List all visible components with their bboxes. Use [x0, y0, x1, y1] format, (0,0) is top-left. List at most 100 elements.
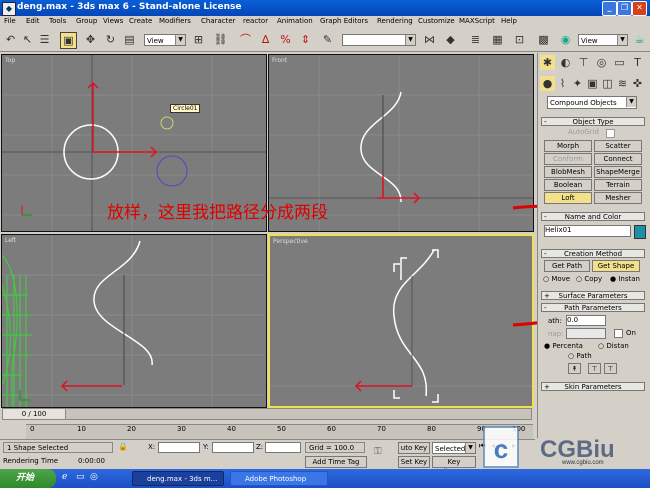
named-selection-icon[interactable]: ✎	[320, 32, 335, 47]
lights-icon[interactable]: ✦	[570, 76, 585, 91]
task-3dsmax[interactable]: deng.max - 3ds m...	[132, 471, 224, 486]
helix-shape-perspective[interactable]	[393, 249, 435, 397]
add-time-tag-button[interactable]: Add Time Tag	[305, 456, 367, 468]
auto-key-button[interactable]: uto Key	[398, 442, 430, 454]
helix-shape-left[interactable]	[93, 240, 153, 366]
rollout-skin-parameters[interactable]: + Skin Parameters	[541, 382, 645, 391]
quick-launch-ie-icon[interactable]: ℯ	[62, 472, 67, 482]
scale-icon[interactable]: ▤	[122, 32, 137, 47]
object-color-swatch[interactable]	[634, 225, 646, 239]
menu-reactor[interactable]: reactor	[243, 17, 268, 25]
quick-launch-app-icon[interactable]: ◎	[90, 472, 98, 482]
rollout-object-type[interactable]: - Object Type	[541, 117, 645, 126]
menu-graph-editors[interactable]: Graph Editors	[320, 17, 368, 25]
systems-icon[interactable]: ✜	[630, 76, 645, 91]
menu-animation[interactable]: Animation	[277, 17, 313, 25]
rollout-surface-parameters[interactable]: + Surface Parameters	[541, 291, 645, 300]
task-photoshop[interactable]: Adobe Photoshop	[230, 471, 328, 486]
select-region-icon[interactable]: ▣	[60, 32, 77, 49]
autogrid-checkbox[interactable]	[606, 129, 615, 138]
prev-shape-icon[interactable]: ⊤	[588, 363, 601, 374]
object-name-field[interactable]: Helix01	[544, 225, 631, 237]
snap-icon[interactable]: ⌒	[238, 32, 253, 47]
restore-button[interactable]: ❐	[617, 1, 632, 16]
shapes-icon[interactable]: ⌇	[555, 76, 570, 91]
angle-snap-icon[interactable]: ∆	[258, 32, 273, 47]
menu-character[interactable]: Character	[201, 17, 236, 25]
terrain-button[interactable]: Terrain	[594, 179, 642, 191]
lock-selection-icon[interactable]: 🔒	[118, 442, 128, 451]
boolean-button[interactable]: Boolean	[544, 179, 592, 191]
category-select[interactable]: Compound Objects ▼	[547, 96, 637, 109]
snap-on-checkbox[interactable]	[614, 329, 623, 338]
path-value-field[interactable]: 0.0	[566, 315, 606, 326]
pick-shape-icon[interactable]: ↟	[568, 363, 581, 374]
pivot-icon[interactable]: ⊞	[191, 32, 206, 47]
menu-create[interactable]: Create	[129, 17, 152, 25]
display-tab-icon[interactable]: ▭	[612, 55, 627, 70]
percent-snap-icon[interactable]: %	[278, 32, 293, 47]
menu-help[interactable]: Help	[501, 17, 517, 25]
spacewarps-icon[interactable]: ≋	[615, 76, 630, 91]
loft-button[interactable]: Loft	[544, 192, 592, 204]
material-editor-icon[interactable]: ▩	[536, 32, 551, 47]
menu-rendering[interactable]: Rendering	[377, 17, 413, 25]
geometry-icon[interactable]: ●	[540, 76, 555, 91]
key-icon[interactable]: ⚿	[374, 446, 382, 457]
helix-shape[interactable]	[360, 91, 402, 203]
viewport-perspective[interactable]: Perspective	[268, 234, 534, 408]
hierarchy-tab-icon[interactable]: ⊤	[576, 55, 591, 70]
get-shape-button[interactable]: Get Shape	[592, 260, 640, 272]
select-object-icon[interactable]: ↖	[20, 32, 35, 47]
motion-tab-icon[interactable]: ◎	[594, 55, 609, 70]
time-slider-track[interactable]: 0 / 100	[2, 408, 532, 420]
menu-file[interactable]: File	[4, 17, 16, 25]
cameras-icon[interactable]: ▣	[585, 76, 600, 91]
z-coordinate-field[interactable]	[265, 442, 301, 453]
quick-launch-desktop-icon[interactable]: ▭	[76, 472, 85, 482]
select-by-name-icon[interactable]: ☰	[37, 32, 52, 47]
named-selection-select[interactable]: ▼	[342, 34, 416, 46]
get-path-button[interactable]: Get Path	[544, 260, 590, 272]
link-icon[interactable]: ⛓	[213, 32, 228, 47]
mirror-icon[interactable]: ⋈	[422, 32, 437, 47]
menu-views[interactable]: Views	[103, 17, 123, 25]
shapemerge-button[interactable]: ShapeMerge	[594, 166, 642, 178]
blue-circle-shape[interactable]	[156, 155, 188, 187]
minimize-button[interactable]: _	[602, 1, 617, 16]
rollout-path-parameters[interactable]: - Path Parameters	[541, 303, 645, 312]
conform-button[interactable]: Conform	[544, 153, 592, 165]
snap-value-field[interactable]	[566, 328, 606, 339]
undo-icon[interactable]: ↶	[3, 32, 18, 47]
viewport-left[interactable]: Left	[1, 234, 267, 408]
menu-modifiers[interactable]: Modifiers	[159, 17, 191, 25]
lofted-mesh[interactable]	[2, 254, 32, 408]
menu-group[interactable]: Group	[76, 17, 97, 25]
mesher-button[interactable]: Mesher	[594, 192, 642, 204]
modify-tab-icon[interactable]: ◐	[558, 55, 573, 70]
radio-percentage[interactable]: ● Percenta	[544, 342, 583, 350]
radio-instance[interactable]: ● Instan	[610, 275, 640, 283]
menu-customize[interactable]: Customize	[418, 17, 455, 25]
radio-copy[interactable]: ○ Copy	[576, 275, 602, 283]
menu-maxscript[interactable]: MAXScript	[459, 17, 495, 25]
scatter-button[interactable]: Scatter	[594, 140, 642, 152]
set-key-button[interactable]: Set Key	[398, 456, 430, 468]
radio-path-steps[interactable]: ○ Path	[568, 352, 592, 360]
close-button[interactable]: ✕	[632, 1, 647, 16]
start-button[interactable]: 开始	[0, 469, 56, 488]
rollout-creation-method[interactable]: - Creation Method	[541, 249, 645, 258]
connect-button[interactable]: Connect	[594, 153, 642, 165]
menu-tools[interactable]: Tools	[49, 17, 66, 25]
render-type-select[interactable]: View ▼	[578, 34, 628, 46]
time-slider-thumb[interactable]: 0 / 100	[3, 409, 66, 419]
morph-button[interactable]: Morph	[544, 140, 592, 152]
quick-render-icon[interactable]: ☕	[632, 32, 647, 47]
x-coordinate-field[interactable]	[158, 442, 200, 453]
radio-move[interactable]: ○ Move	[543, 275, 570, 283]
reference-coord-select[interactable]: View ▼	[144, 34, 186, 46]
small-circle-shape[interactable]	[160, 116, 174, 130]
curve-editor-icon[interactable]: ▦	[490, 32, 505, 47]
y-coordinate-field[interactable]	[212, 442, 254, 453]
schematic-view-icon[interactable]: ⊡	[512, 32, 527, 47]
